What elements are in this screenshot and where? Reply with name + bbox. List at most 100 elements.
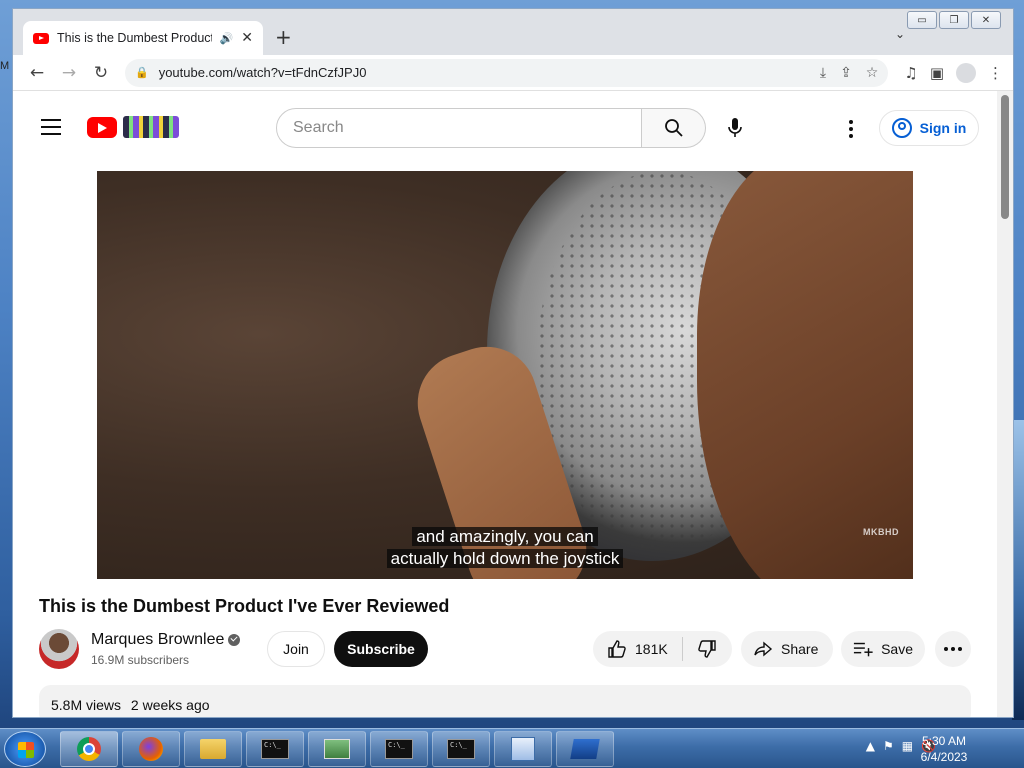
browser-toolbar: ← → ↻ 🔒 youtube.com/watch?v=tFdnCzfJPJ0 … <box>13 55 1013 91</box>
search-input[interactable]: Search <box>276 108 642 148</box>
start-button[interactable] <box>4 731 46 767</box>
subscriber-count: 16.9M subscribers <box>91 653 190 667</box>
browser-tab[interactable]: This is the Dumbest Product 🔊 ✕ <box>23 21 263 55</box>
side-panel-icon[interactable]: ▣ <box>930 64 944 82</box>
taskbar-cmd-1[interactable]: C:\_ <box>246 731 304 767</box>
minimize-button[interactable]: ▭ <box>907 11 937 29</box>
thumbs-down-icon <box>697 640 716 658</box>
video-owner-row: Marques Brownlee 16.9M subscribers Join … <box>39 629 979 669</box>
youtube-favicon-icon <box>33 32 49 44</box>
address-bar[interactable]: 🔒 youtube.com/watch?v=tFdnCzfJPJ0 ⤓ ⇪ ☆ <box>125 58 889 87</box>
youtube-logo[interactable] <box>87 117 117 138</box>
taskbar-services[interactable] <box>494 731 552 767</box>
caption-line-2: actually hold down the joystick <box>386 549 624 568</box>
dislike-button[interactable] <box>683 631 731 667</box>
view-count: 5.8M views <box>51 697 122 713</box>
like-button[interactable]: 181K <box>593 631 682 667</box>
thumbs-up-icon <box>608 640 626 658</box>
speaker-icon[interactable]: 🔊 <box>220 32 234 45</box>
video-frame-hand <box>697 171 913 579</box>
device-manager-icon <box>324 739 350 759</box>
share-page-icon[interactable]: ⇪ <box>840 65 852 81</box>
chrome-menu-icon[interactable]: ⋮ <box>988 64 1003 82</box>
hamburger-menu-icon[interactable] <box>41 119 61 140</box>
save-label: Save <box>881 641 913 657</box>
taskbar-device-manager[interactable] <box>308 731 366 767</box>
more-actions-icon[interactable] <box>935 631 971 667</box>
channel-name[interactable]: Marques Brownlee <box>91 631 224 648</box>
search-icon <box>664 119 683 137</box>
windows-logo-icon <box>18 742 34 758</box>
video-caption: and amazingly, you can actually hold dow… <box>97 526 913 570</box>
sign-in-button[interactable]: Sign in <box>879 110 979 146</box>
command-prompt-icon: C:\_ <box>261 739 289 759</box>
video-title: This is the Dumbest Product I've Ever Re… <box>39 596 450 616</box>
join-button[interactable]: Join <box>267 631 325 667</box>
taskbar-chrome[interactable] <box>60 731 118 767</box>
taskbar-firefox[interactable] <box>122 731 180 767</box>
close-window-button[interactable]: ✕ <box>971 11 1001 29</box>
services-icon <box>511 737 535 761</box>
new-tab-button[interactable]: + <box>275 25 292 49</box>
search-button[interactable] <box>642 108 706 148</box>
account-circle-icon <box>891 118 912 138</box>
install-app-icon[interactable]: ⤓ <box>820 65 826 81</box>
system-clock[interactable]: 5:30 AM 6/4/2023 <box>912 733 976 765</box>
verified-badge-icon <box>228 633 241 646</box>
taskbar-cmd-3[interactable]: C:\_ <box>432 731 490 767</box>
sign-in-label: Sign in <box>919 120 967 136</box>
reload-icon[interactable]: ↻ <box>87 59 115 87</box>
tab-strip: This is the Dumbest Product 🔊 ✕ + ⌄ ▭ ❐ … <box>13 9 1013 55</box>
youtube-header: Search Sign in <box>13 101 999 157</box>
upload-age: 2 weeks ago <box>130 697 210 713</box>
channel-name-link[interactable]: Marques Brownlee <box>91 631 241 649</box>
toolbar-icons: ♫ ▣ ⋮ <box>904 62 1003 83</box>
forward-arrow-icon[interactable]: → <box>55 59 83 87</box>
tab-search-chevron-icon[interactable]: ⌄ <box>895 27 905 41</box>
powershell-icon <box>570 739 600 759</box>
description-box[interactable]: 5.8M views 2 weeks ago <box>39 685 971 717</box>
share-button[interactable]: Share <box>741 631 833 667</box>
taskbar-explorer[interactable] <box>184 731 242 767</box>
subscribe-button[interactable]: Subscribe <box>334 631 428 667</box>
playlist-add-icon <box>853 642 873 657</box>
caption-line-1: and amazingly, you can <box>412 527 598 546</box>
lock-icon[interactable]: 🔒 <box>135 66 149 79</box>
bookmark-star-icon[interactable]: ☆ <box>866 65 879 81</box>
channel-watermark: MKBHD <box>863 527 899 537</box>
settings-kebab-icon[interactable] <box>839 115 863 143</box>
media-control-icon[interactable]: ♫ <box>904 64 917 82</box>
windows-taskbar: C:\_ C:\_ C:\_ ▲ ⚑ ▦ 🔇 5:30 AM 6/4/2023 <box>0 728 1024 768</box>
microphone-icon <box>728 118 742 137</box>
action-center-flag-icon[interactable]: ⚑ <box>883 739 894 753</box>
like-dislike-group: 181K <box>593 631 732 667</box>
omnibox-actions: ⤓ ⇪ ☆ <box>820 65 879 81</box>
back-arrow-icon[interactable]: ← <box>23 59 51 87</box>
browser-window: This is the Dumbest Product 🔊 ✕ + ⌄ ▭ ❐ … <box>12 8 1014 718</box>
taskbar-powershell[interactable] <box>556 731 614 767</box>
page-scrollbar[interactable] <box>997 91 1013 717</box>
share-label: Share <box>781 641 819 657</box>
url-text[interactable]: youtube.com/watch?v=tFdnCzfJPJ0 <box>159 65 367 80</box>
firefox-icon <box>139 737 163 761</box>
taskbar-cmd-2[interactable]: C:\_ <box>370 731 428 767</box>
tab-title: This is the Dumbest Product <box>57 31 212 45</box>
tray-expand-icon[interactable]: ▲ <box>866 739 875 753</box>
share-arrow-icon <box>754 641 773 657</box>
tab-close-icon[interactable]: ✕ <box>241 30 253 46</box>
folder-icon <box>200 739 226 759</box>
voice-search-button[interactable] <box>719 112 751 144</box>
window-controls: ▭ ❐ ✕ <box>907 11 1001 29</box>
clock-time: 5:30 AM <box>921 734 967 748</box>
command-prompt-icon: C:\_ <box>447 739 475 759</box>
restore-button[interactable]: ❐ <box>939 11 969 29</box>
youtube-doodle-logo[interactable] <box>123 116 179 138</box>
chrome-icon <box>77 737 101 761</box>
desktop-edge-text: M <box>0 60 10 72</box>
profile-avatar-icon[interactable] <box>956 62 976 83</box>
channel-avatar[interactable] <box>39 629 79 669</box>
command-prompt-icon: C:\_ <box>385 739 413 759</box>
save-button[interactable]: Save <box>841 631 925 667</box>
scrollbar-thumb[interactable] <box>1001 95 1009 219</box>
video-player[interactable]: and amazingly, you can actually hold dow… <box>97 171 913 579</box>
